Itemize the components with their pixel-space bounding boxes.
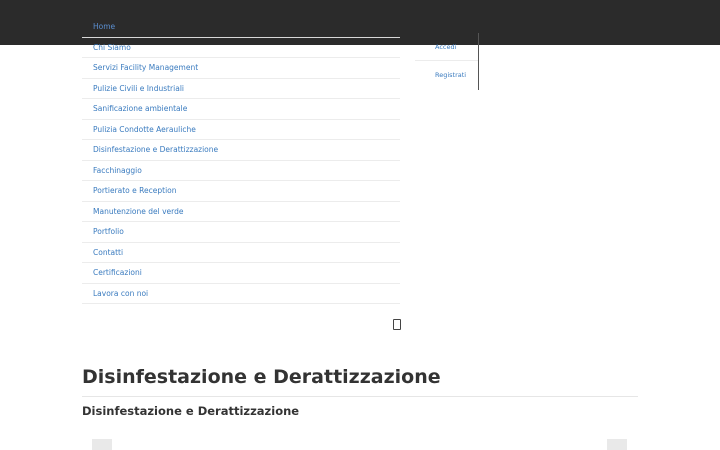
- nav-item[interactable]: Home: [82, 17, 400, 38]
- nav-item[interactable]: Servizi Facility Management: [82, 58, 400, 79]
- slider-next-button[interactable]: [607, 439, 627, 450]
- nav-item[interactable]: Portierato e Reception: [82, 181, 400, 202]
- page-title: Disinfestazione e Derattizzazione: [82, 366, 441, 388]
- nav-item-label: Sanificazione ambientale: [93, 104, 188, 114]
- nav-item-label: Chi Siamo: [93, 42, 131, 52]
- login-label: Accedi: [435, 42, 457, 51]
- nav-item[interactable]: Manutenzione del verde: [82, 202, 400, 222]
- nav-item[interactable]: Contatti: [82, 243, 400, 263]
- nav-item-label: Manutenzione del verde: [93, 206, 184, 216]
- user-menu: Accedi Registrati: [415, 33, 479, 90]
- nav-item-label: Lavora con noi: [93, 288, 149, 298]
- nav-item-label: Certificazioni: [93, 268, 142, 278]
- nav-item[interactable]: Facchinaggio: [82, 161, 400, 181]
- nav-item-label: Portfolio: [93, 227, 124, 237]
- nav-item-label: Pulizie Civili e Industriali: [93, 83, 184, 93]
- mobile-toggle-icon[interactable]: [393, 319, 401, 330]
- nav-item[interactable]: Portfolio: [82, 222, 400, 243]
- page-subtitle: Disinfestazione e Derattizzazione: [82, 404, 300, 418]
- nav-item[interactable]: Lavora con noi: [82, 284, 400, 304]
- nav-item[interactable]: Pulizia Condotte Aerauliche: [82, 120, 400, 140]
- login-link[interactable]: Accedi: [415, 33, 478, 61]
- nav-item-label: Servizi Facility Management: [93, 63, 199, 73]
- title-divider: [82, 396, 638, 397]
- nav-item-label: Portierato e Reception: [93, 186, 177, 196]
- nav-item[interactable]: Disinfestazione e Derattizzazione: [82, 140, 400, 161]
- nav-item[interactable]: Pulizie Civili e Industriali: [82, 79, 400, 99]
- nav-item-label: Home: [93, 22, 116, 32]
- slider-prev-button[interactable]: [92, 439, 112, 450]
- nav-item[interactable]: Chi Siamo: [82, 38, 400, 58]
- nav-item-label: Pulizia Condotte Aerauliche: [93, 124, 196, 134]
- main-navigation-menu: Home Chi Siamo Servizi Facility Management…: [82, 17, 400, 304]
- nav-item-label: Contatti: [93, 247, 124, 257]
- nav-item[interactable]: Certificazioni: [82, 263, 400, 284]
- nav-item[interactable]: Sanificazione ambientale: [82, 99, 400, 120]
- register-link[interactable]: Registrati: [415, 61, 478, 89]
- register-label: Registrati: [435, 71, 467, 79]
- nav-item-label: Facchinaggio: [93, 165, 142, 175]
- nav-item-label: Disinfestazione e Derattizzazione: [93, 145, 219, 155]
